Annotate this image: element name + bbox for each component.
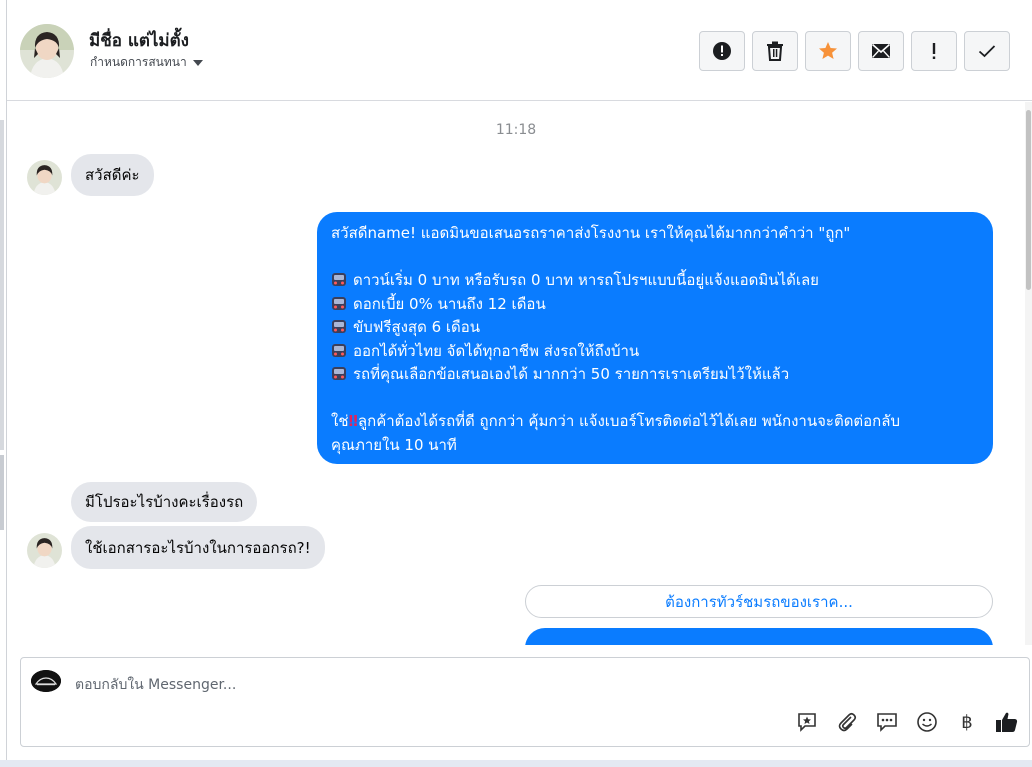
incoming-message: ใช้เอกสารอะไรบ้างในการออกรถ?! (71, 526, 325, 569)
report-spam-button[interactable] (699, 31, 745, 71)
car-emoji-icon (331, 295, 347, 310)
message-line: ดอกเบี้ย 0% นานถึง 12 เดือน (353, 294, 546, 313)
header-actions (699, 31, 1010, 71)
emoji-button[interactable] (915, 710, 939, 734)
saved-replies-button[interactable] (875, 710, 899, 734)
mark-important-button[interactable] (911, 31, 957, 71)
like-button[interactable] (995, 710, 1019, 734)
sender-avatar[interactable] (27, 533, 62, 568)
conversation-options-dropdown[interactable]: กำหนดการสนทนา (90, 53, 203, 72)
car-emoji-icon (331, 271, 347, 286)
reply-input[interactable]: ตอบกลับใน Messenger... (75, 674, 236, 696)
car-emoji-icon (331, 318, 347, 333)
outgoing-message: สวัสดีname! แอดมินขอเสนอรถราคาส่งโรงงาน … (317, 212, 993, 464)
attach-button[interactable] (835, 710, 859, 734)
conversation-options-label: กำหนดการสนทนา (90, 55, 187, 69)
left-edge-tick (0, 455, 4, 530)
outgoing-message-partial (525, 628, 993, 645)
mark-done-button[interactable] (964, 31, 1010, 71)
reply-composer: ตอบกลับใน Messenger... ฿ (20, 657, 1030, 747)
message-line: ขับฟรีสูงสุด 6 เดือน (353, 318, 481, 336)
mark-unread-button[interactable] (858, 31, 904, 71)
message-line: รถที่คุณเลือกข้อเสนอเองได้ มากกว่า 50 รา… (353, 365, 790, 383)
sender-avatar[interactable] (27, 160, 62, 195)
message-line: ดาวน์เริ่ม 0 บาท หรือรับรถ 0 บาท หารถโปร… (353, 271, 819, 289)
message-line: คุณภายใน 10 นาที (331, 435, 457, 454)
composer-toolbar: ฿ (795, 710, 1019, 734)
alert-circle-icon (713, 42, 731, 60)
sticker-star-icon (798, 713, 816, 732)
incoming-message: สวัสดีค่ะ (71, 154, 154, 196)
left-edge-strip (0, 0, 7, 767)
conversation-header: มีชื่อ แต่ไม่ตั้ง กำหนดการสนทนา (7, 0, 1032, 101)
message-line: สวัสดีname! แอดมินขอเสนอรถราคาส่งโรงงาน … (331, 224, 851, 242)
payment-button[interactable]: ฿ (955, 710, 979, 734)
paperclip-icon (838, 712, 857, 732)
envelope-icon (871, 43, 891, 58)
star-icon (819, 42, 837, 59)
incoming-message: มีโปรอะไรบ้างคะเรื่องรถ (71, 482, 258, 522)
car-emoji-icon (331, 342, 347, 357)
bottom-edge-strip (0, 760, 1032, 767)
message-line: ลูกค้าต้องได้รถที่ดี ถูกกว่า คุ้มกว่า แจ… (357, 412, 900, 430)
trash-icon (767, 41, 783, 61)
thumbs-up-icon (996, 712, 1018, 732)
caret-down-icon (192, 59, 203, 66)
sticker-button[interactable] (795, 710, 819, 734)
quick-reply-button[interactable]: ต้องการทัวร์ชมรถของเราค... (525, 585, 993, 618)
saved-reply-icon (877, 713, 897, 732)
double-exclamation-icon: ‼ (348, 412, 358, 430)
baht-icon: ฿ (961, 711, 973, 733)
car-emoji-icon (331, 365, 347, 380)
exclamation-icon (932, 43, 936, 59)
star-button[interactable] (805, 31, 851, 71)
delete-button[interactable] (752, 31, 798, 71)
emoji-icon (917, 712, 937, 732)
page-logo-icon (31, 670, 61, 692)
checkmark-icon (978, 45, 996, 58)
scrollbar-thumb[interactable] (1026, 110, 1031, 290)
contact-avatar[interactable] (20, 24, 74, 78)
contact-name: มีชื่อ แต่ไม่ตั้ง (89, 31, 189, 51)
thread-scrollbar[interactable] (1025, 102, 1032, 645)
message-line: ใช่ (331, 412, 349, 430)
message-thread[interactable]: 11:18 สวัสดีค่ะ สวัสดีname! แอดมินขอเสนอ… (7, 102, 1025, 645)
message-line: ออกได้ทั่วไทย จัดได้ทุกอาชีพ ส่งรถให้ถึง… (353, 341, 640, 360)
left-edge-tick (0, 120, 4, 450)
message-timestamp: 11:18 (495, 122, 537, 138)
